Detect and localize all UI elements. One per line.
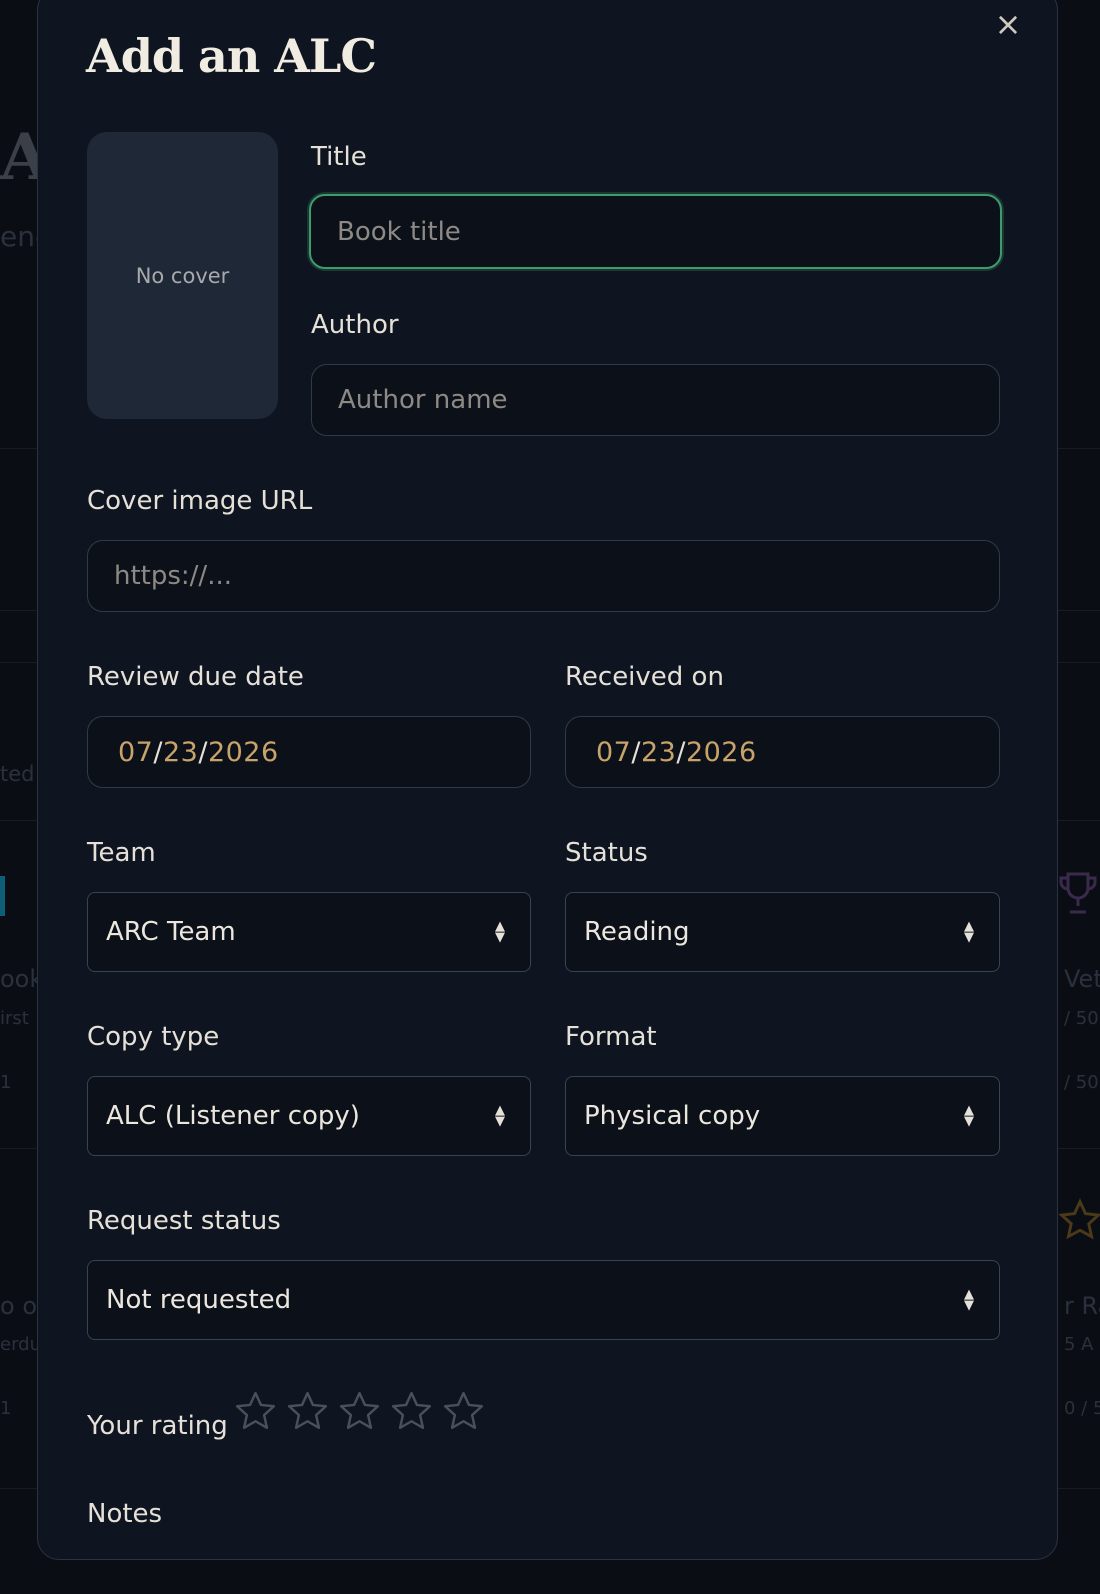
chevron-up-down-icon: ▲ ▼ bbox=[964, 1103, 974, 1129]
received-on-date-input[interactable]: 07/23/2026 bbox=[565, 716, 1000, 788]
date-separator: / bbox=[153, 736, 163, 768]
review-due-day[interactable]: 23 bbox=[163, 737, 198, 768]
cover-url-input[interactable] bbox=[87, 540, 1000, 612]
star-outline-icon[interactable] bbox=[337, 1389, 382, 1434]
bg-fragment: 5 A bbox=[1064, 1334, 1094, 1355]
received-on-month[interactable]: 07 bbox=[596, 737, 631, 768]
rating-label: Your rating bbox=[87, 1411, 228, 1441]
bg-fragment: / 50 bbox=[1064, 1072, 1099, 1093]
team-label: Team bbox=[87, 838, 156, 868]
format-label: Format bbox=[565, 1022, 657, 1052]
copy-type-select[interactable]: ALC (Listener copy) ▲ ▼ bbox=[87, 1076, 531, 1156]
team-value: ARC Team bbox=[106, 917, 236, 947]
add-alc-dialog: × Add an ALC No cover Title Author Cover… bbox=[37, 0, 1058, 1560]
date-separator: / bbox=[198, 736, 208, 768]
date-separator: / bbox=[631, 736, 641, 768]
trophy-icon bbox=[1059, 872, 1097, 914]
request-status-label: Request status bbox=[87, 1206, 281, 1236]
received-on-label: Received on bbox=[565, 662, 724, 692]
title-input[interactable] bbox=[309, 194, 1002, 269]
copy-type-label: Copy type bbox=[87, 1022, 220, 1052]
star-icon bbox=[1058, 1198, 1100, 1240]
cover-placeholder-text: No cover bbox=[135, 263, 230, 288]
star-outline-icon[interactable] bbox=[389, 1389, 434, 1434]
chevron-up-down-icon: ▲ ▼ bbox=[495, 1103, 505, 1129]
date-separator: / bbox=[676, 736, 686, 768]
author-input[interactable] bbox=[311, 364, 1000, 436]
dialog-title: Add an ALC bbox=[86, 29, 377, 83]
review-due-year[interactable]: 2026 bbox=[208, 737, 279, 768]
copy-type-value: ALC (Listener copy) bbox=[106, 1101, 360, 1131]
bg-fragment: erdu bbox=[0, 1334, 41, 1355]
bg-fragment: 1 bbox=[0, 1398, 12, 1419]
chevron-up-down-icon: ▲ ▼ bbox=[964, 919, 974, 945]
bg-fragment: 1 bbox=[0, 1072, 12, 1093]
close-icon[interactable]: × bbox=[993, 8, 1023, 40]
received-on-day[interactable]: 23 bbox=[641, 737, 676, 768]
bg-fragment: irst bbox=[0, 1008, 29, 1029]
star-outline-icon[interactable] bbox=[233, 1389, 278, 1434]
bg-fragment: / 50 bbox=[1064, 1008, 1099, 1029]
title-label: Title bbox=[311, 142, 367, 172]
team-select[interactable]: ARC Team ▲ ▼ bbox=[87, 892, 531, 972]
review-due-date-input[interactable]: 07/23/2026 bbox=[87, 716, 531, 788]
format-value: Physical copy bbox=[584, 1101, 761, 1131]
review-due-label: Review due date bbox=[87, 662, 304, 692]
status-select[interactable]: Reading ▲ ▼ bbox=[565, 892, 1000, 972]
star-outline-icon[interactable] bbox=[441, 1389, 486, 1434]
chevron-up-down-icon: ▲ ▼ bbox=[495, 919, 505, 945]
bg-fragment: r Ra bbox=[1064, 1292, 1100, 1320]
format-select[interactable]: Physical copy ▲ ▼ bbox=[565, 1076, 1000, 1156]
review-due-month[interactable]: 07 bbox=[118, 737, 153, 768]
author-label: Author bbox=[311, 310, 399, 340]
bg-fragment: Vet bbox=[1064, 965, 1100, 993]
bg-fragment: 0 / 5 bbox=[1064, 1398, 1100, 1419]
received-on-year[interactable]: 2026 bbox=[686, 737, 757, 768]
request-status-value: Not requested bbox=[106, 1285, 292, 1315]
cover-preview: No cover bbox=[87, 132, 278, 419]
notes-label: Notes bbox=[87, 1499, 163, 1529]
cover-url-label: Cover image URL bbox=[87, 486, 313, 516]
status-label: Status bbox=[565, 838, 648, 868]
star-rating bbox=[233, 1389, 486, 1434]
status-value: Reading bbox=[584, 917, 690, 947]
star-outline-icon[interactable] bbox=[285, 1389, 330, 1434]
bg-fragment: ted bbox=[0, 762, 35, 786]
request-status-select[interactable]: Not requested ▲ ▼ bbox=[87, 1260, 1000, 1340]
chevron-up-down-icon: ▲ ▼ bbox=[964, 1287, 974, 1313]
bg-accent-chip bbox=[0, 876, 5, 916]
